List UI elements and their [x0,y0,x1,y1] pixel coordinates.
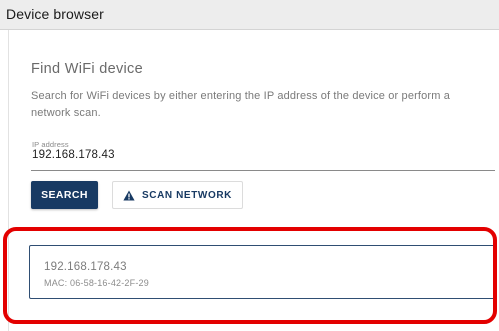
ip-address-field[interactable]: IP address 192.168.178.43 [31,137,495,171]
panel-divider [8,30,9,331]
warning-triangle-icon [123,190,135,201]
section-description: Search for WiFi devices by either enteri… [31,90,450,119]
section-title: Find WiFi device [31,61,143,77]
ip-address-input[interactable]: 192.168.178.43 [32,149,115,161]
app-header: Device browser [0,0,499,30]
search-button[interactable]: SEARCH [31,181,98,209]
scan-network-button[interactable]: SCAN NETWORK [112,181,243,209]
device-result-card[interactable]: 192.168.178.43 MAC: 06-58-16-42-2F-29 [29,245,495,299]
device-mac: MAC: 06-58-16-42-2F-29 [44,278,149,288]
device-ip: 192.168.178.43 [44,261,127,273]
ip-address-label: IP address [32,140,69,149]
page-title: Device browser [6,6,104,22]
scan-network-label: SCAN NETWORK [142,189,232,201]
